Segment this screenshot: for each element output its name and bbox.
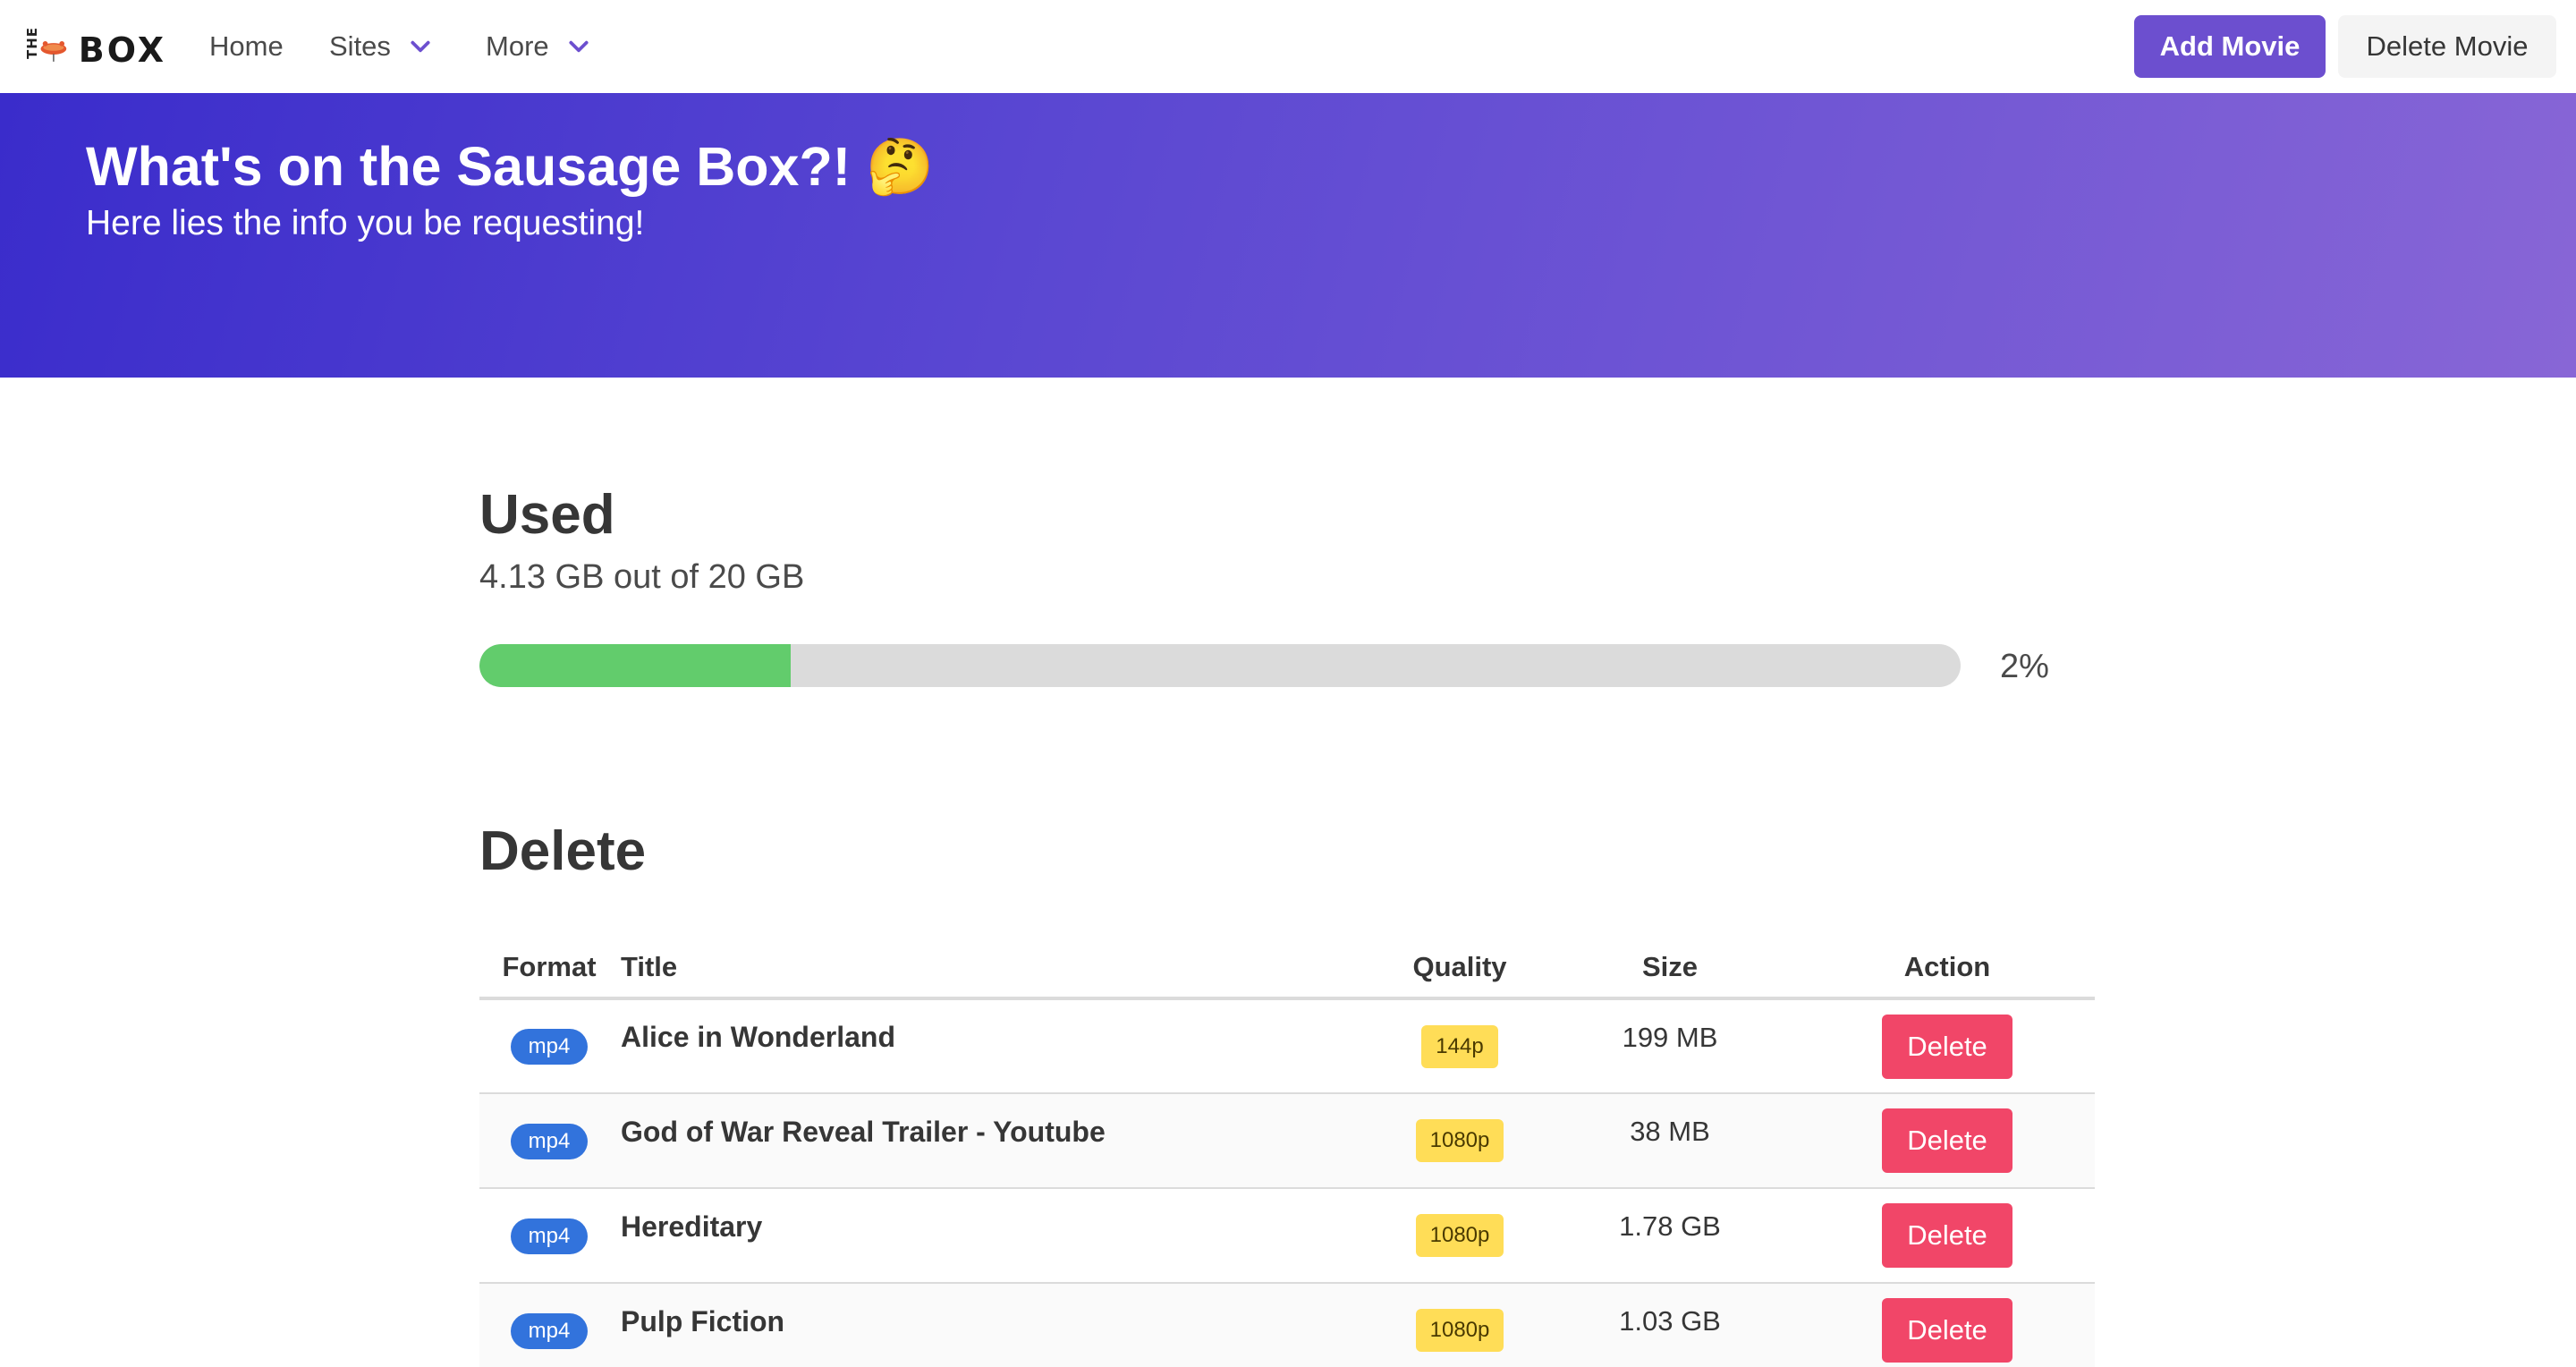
nav-more-label: More (486, 30, 549, 62)
nav-more-dropdown[interactable]: More (486, 27, 590, 66)
column-header-title: Title (619, 938, 1379, 1000)
top-navbar: THE BOX Home Sites More Add Movie Delete… (0, 0, 2576, 93)
format-tag: mp4 (510, 1123, 589, 1159)
format-tag: mp4 (510, 1218, 589, 1254)
usage-heading: Used (479, 484, 615, 546)
format-tag: mp4 (510, 1029, 589, 1065)
table-header-row: Format Title Quality Size Action (479, 938, 2095, 1000)
storage-percent: 2% (2000, 648, 2049, 685)
nav-sites-dropdown[interactable]: Sites (329, 27, 432, 66)
sausage-logo-icon (40, 40, 67, 62)
movie-title: Hereditary (621, 1210, 763, 1243)
quality-tag: 144p (1421, 1024, 1498, 1068)
delete-movie-button[interactable]: Delete Movie (2338, 15, 2556, 78)
column-header-size: Size (1540, 938, 1800, 1000)
hero-banner: What's on the Sausage Box?! 🤔 Here lies … (0, 93, 2576, 378)
column-header-action: Action (1800, 938, 2095, 1000)
table-row: mp4 God of War Reveal Trailer - Youtube … (479, 1093, 2095, 1189)
chevron-down-icon (569, 40, 589, 53)
hero-subtitle: Here lies the info you be requesting! (86, 204, 645, 242)
nav-sites-label: Sites (329, 30, 391, 62)
usage-summary: 4.13 GB out of 20 GB (479, 558, 805, 596)
column-header-format: Format (479, 938, 619, 1000)
logo-box-text: BOX (78, 30, 166, 70)
add-movie-button[interactable]: Add Movie (2134, 15, 2326, 78)
movie-size: 1.78 GB (1619, 1210, 1721, 1242)
movie-size: 38 MB (1630, 1116, 1710, 1147)
quality-tag: 1080p (1415, 1119, 1504, 1162)
movie-size: 199 MB (1622, 1021, 1718, 1053)
quality-tag: 1080p (1415, 1214, 1504, 1257)
format-tag: mp4 (510, 1312, 589, 1349)
movie-title: Alice in Wonderland (621, 1021, 895, 1053)
delete-row-button[interactable]: Delete (1882, 1014, 2012, 1079)
site-logo[interactable]: THE BOX (23, 25, 166, 75)
table-row: mp4 Alice in Wonderland 144p 199 MB Dele… (479, 998, 2095, 1094)
storage-progress-fill (479, 644, 791, 687)
delete-row-button[interactable]: Delete (1882, 1298, 2012, 1363)
table-row: mp4 Hereditary 1080p 1.78 GB Delete (479, 1188, 2095, 1284)
delete-row-button[interactable]: Delete (1882, 1108, 2012, 1173)
movie-title: Pulp Fiction (621, 1304, 785, 1337)
movies-table: Format Title Quality Size Action mp4 Ali… (479, 938, 2095, 1367)
table-row: mp4 Pulp Fiction 1080p 1.03 GB Delete (479, 1283, 2095, 1367)
hero-title: What's on the Sausage Box?! 🤔 (86, 136, 934, 197)
delete-heading: Delete (479, 820, 647, 882)
chevron-down-icon (411, 40, 430, 53)
storage-progress-bar (479, 644, 1961, 687)
movie-size: 1.03 GB (1619, 1305, 1721, 1337)
movie-title: God of War Reveal Trailer - Youtube (621, 1115, 1106, 1148)
column-header-quality: Quality (1379, 938, 1540, 1000)
nav-home-link[interactable]: Home (209, 27, 284, 66)
quality-tag: 1080p (1415, 1309, 1504, 1352)
delete-row-button[interactable]: Delete (1882, 1203, 2012, 1268)
logo-the-text: THE (24, 26, 40, 59)
